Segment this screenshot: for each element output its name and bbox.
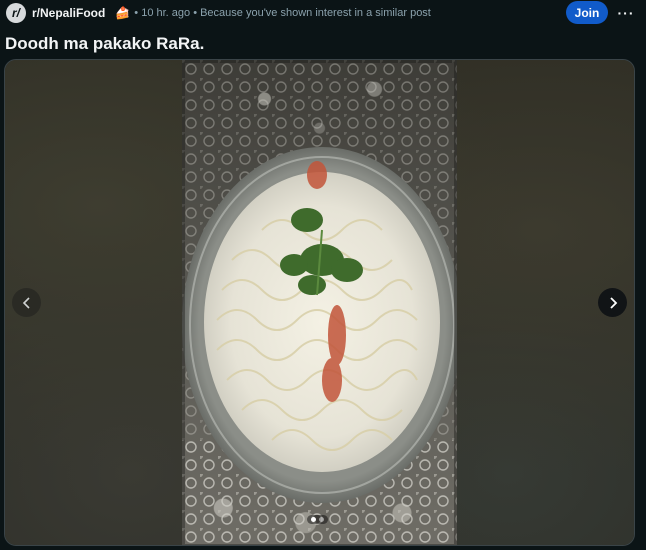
gallery-prev-button[interactable]	[12, 288, 41, 317]
noodle-bowl-image	[182, 60, 457, 545]
chevron-left-icon	[22, 296, 30, 309]
subreddit-link[interactable]: r/NepaliFood	[32, 6, 105, 20]
chevron-right-icon	[609, 296, 617, 309]
cake-icon: 🍰	[115, 6, 131, 20]
gallery-dot-1[interactable]	[311, 517, 316, 522]
image-gallery[interactable]	[4, 59, 635, 546]
gallery-pagination	[307, 515, 328, 524]
post-header: r/ r/NepaliFood 🍰 • 10 hr. ago • Because…	[4, 0, 642, 26]
post-image[interactable]	[182, 60, 457, 545]
gallery-dot-2[interactable]	[319, 517, 324, 522]
join-button[interactable]: Join	[566, 1, 608, 24]
feed-post[interactable]: r/ r/NepaliFood 🍰 • 10 hr. ago • Because…	[0, 0, 646, 550]
gallery-next-button[interactable]	[598, 288, 627, 317]
post-title[interactable]: Doodh ma pakako RaRa.	[5, 34, 204, 54]
subreddit-avatar[interactable]: r/	[6, 3, 26, 23]
more-options-icon[interactable]: ···	[614, 2, 638, 24]
post-meta: • 10 hr. ago • Because you've shown inte…	[134, 7, 431, 19]
